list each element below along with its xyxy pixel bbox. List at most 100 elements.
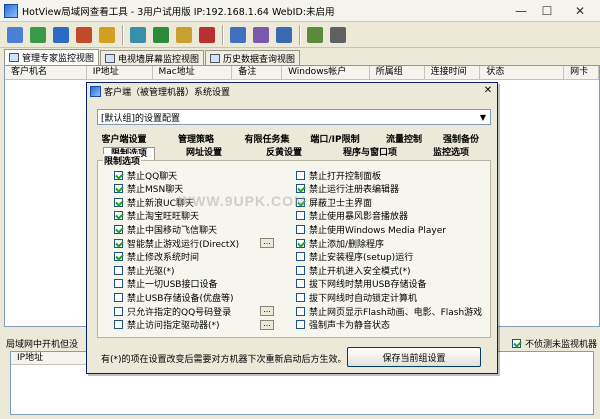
checkbox-box[interactable] <box>114 238 123 248</box>
maximize-button[interactable]: ☐ <box>534 1 560 21</box>
option-checkbox[interactable]: 禁止QQ聊天 <box>114 169 177 182</box>
option-checkbox[interactable]: 禁止使用暴风影音播放器 <box>296 210 408 222</box>
grid-column-header[interactable]: 连接时间 <box>425 66 481 80</box>
minimize-button[interactable]: — <box>508 1 534 21</box>
close-button[interactable]: ✕ <box>560 1 600 21</box>
checkbox-box[interactable] <box>296 252 305 262</box>
grid-column-header[interactable]: Mac地址 <box>153 66 233 80</box>
checkbox-box[interactable] <box>114 279 123 289</box>
checkbox-box[interactable] <box>114 265 123 275</box>
no-detect-unmonitored-checkbox[interactable]: 不侦测未监视机器 <box>512 336 597 350</box>
checkbox-box[interactable] <box>296 224 305 234</box>
checkbox-box[interactable] <box>114 224 123 234</box>
option-more-button[interactable]: ... <box>260 319 274 330</box>
option-checkbox[interactable]: 禁止USB存储设备(优盘等) <box>114 291 234 304</box>
checkbox-box[interactable] <box>114 211 123 221</box>
checkbox-box[interactable] <box>296 320 305 330</box>
dialog-tab[interactable]: 管理策略 <box>171 134 221 147</box>
grid-column-header[interactable]: 客户机名 <box>5 66 87 80</box>
option-checkbox[interactable]: 屏蔽卫士主界面 <box>296 196 372 209</box>
option-checkbox[interactable]: 只允许指定的QQ号码登录 <box>114 305 232 318</box>
checkbox-box[interactable] <box>114 184 123 194</box>
option-more-button[interactable]: ... <box>260 306 274 316</box>
checkbox-box[interactable] <box>114 252 123 262</box>
grid-column-header[interactable]: 备注 <box>232 66 283 80</box>
checkbox-box[interactable] <box>296 184 305 194</box>
grid-column-header[interactable]: IP地址 <box>87 66 153 80</box>
checkbox-box[interactable] <box>296 170 305 180</box>
option-checkbox[interactable]: 禁止打开控制面板 <box>296 169 381 182</box>
toolbar-button-6[interactable] <box>127 24 149 46</box>
toolbar-button-12[interactable] <box>273 24 295 46</box>
toolbar-button-2[interactable] <box>27 24 49 46</box>
toolbar-button-3[interactable] <box>50 24 72 46</box>
checkbox-box[interactable] <box>296 279 305 289</box>
checkbox-box[interactable] <box>296 238 305 248</box>
toolbar-button-13[interactable] <box>304 24 326 46</box>
option-more-button[interactable]: ... <box>260 238 274 248</box>
option-checkbox[interactable]: 禁止添加/删除程序 <box>296 237 384 250</box>
grid-column-header[interactable]: Windows帐户 <box>282 66 370 80</box>
checkbox-box[interactable] <box>512 338 521 348</box>
checkbox-box[interactable] <box>296 292 305 302</box>
option-checkbox[interactable]: 禁止运行注册表编辑器 <box>296 183 399 195</box>
tab-history[interactable]: 历史数据查询视图 <box>205 50 301 65</box>
checkbox-box[interactable] <box>114 306 123 316</box>
tab-tv-wall[interactable]: 电视墙屏幕监控视图 <box>100 50 205 65</box>
toolbar-button-9[interactable] <box>196 24 218 46</box>
checkbox-box[interactable] <box>296 306 305 316</box>
option-checkbox[interactable]: 禁止使用Windows Media Player <box>296 223 446 236</box>
toolbar-button-10[interactable] <box>227 24 249 46</box>
checkbox-box[interactable] <box>114 320 123 330</box>
grid-column-header[interactable]: 所属组 <box>370 66 425 80</box>
dialog-tab[interactable]: 监控选项 <box>427 147 475 160</box>
option-checkbox[interactable]: 禁止访问指定驱动器(*) <box>114 319 220 331</box>
config-group-select[interactable]: [默认组]的设置配置 ▼ <box>97 109 491 125</box>
dialog-app-icon <box>90 85 101 97</box>
option-checkbox[interactable]: 智能禁止游戏运行(DirectX) <box>114 237 239 250</box>
dialog-tab[interactable]: 程序与窗口项 <box>339 147 401 160</box>
dialog-tab[interactable]: 强制备份 <box>435 134 487 147</box>
toolbar-button-4[interactable] <box>73 24 95 46</box>
option-checkbox[interactable]: 拔下网线时禁用USB存储设备 <box>296 278 426 290</box>
dialog-tab[interactable]: 客户端设置 <box>97 134 151 147</box>
option-checkbox[interactable]: 禁止MSN聊天 <box>114 183 183 195</box>
grid-column-header[interactable]: 状态 <box>480 66 565 80</box>
dialog-tab[interactable]: 流量控制 <box>381 134 427 147</box>
dialog-title: 客户端（被管理机器）系统设置 <box>104 87 231 98</box>
option-checkbox[interactable]: 拔下网线时自动锁定计算机 <box>296 291 417 304</box>
checkbox-box[interactable] <box>114 292 123 302</box>
dialog-tab[interactable]: 反黄设置 <box>257 147 311 160</box>
checkbox-box[interactable] <box>114 197 123 207</box>
dialog-tab[interactable]: 有限任务集 <box>235 134 299 147</box>
option-label: 禁止安装程序(setup)运行 <box>309 253 414 264</box>
option-checkbox[interactable]: 禁止开机进入安全模式(*) <box>296 264 411 277</box>
option-checkbox[interactable]: 禁止安装程序(setup)运行 <box>296 251 413 263</box>
chevron-down-icon[interactable]: ▼ <box>476 110 490 124</box>
option-checkbox[interactable]: 禁止网页显示Flash动画、电影、Flash游戏 <box>296 305 482 318</box>
toolbar-button-11[interactable] <box>250 24 272 46</box>
option-checkbox[interactable]: 禁止修改系统时间 <box>114 251 199 263</box>
grid-column-header[interactable]: 网卡 <box>564 66 599 80</box>
dialog-tab[interactable]: 端口/IP限制 <box>305 134 365 147</box>
option-label: 只允许指定的QQ号码登录 <box>127 307 232 318</box>
checkbox-box[interactable] <box>296 211 305 221</box>
tab-label: 电视墙屏幕监控视图 <box>118 54 200 65</box>
tab-expert-monitor[interactable]: 管理专家监控视图 <box>4 49 100 65</box>
dialog-tab[interactable]: 网址设置 <box>179 147 229 160</box>
option-checkbox[interactable]: 禁止中国移动飞信聊天 <box>114 223 217 236</box>
save-group-settings-button[interactable]: 保存当前组设置 <box>347 347 481 367</box>
checkbox-box[interactable] <box>296 265 305 275</box>
toolbar-button-14[interactable] <box>327 24 349 46</box>
toolbar-button-5[interactable] <box>96 24 118 46</box>
option-checkbox[interactable]: 禁止一切USB接口设备 <box>114 278 217 290</box>
dialog-close-icon[interactable]: ✕ <box>482 85 494 97</box>
option-checkbox[interactable]: 强制声卡为静音状态 <box>296 319 390 331</box>
toolbar-button-8[interactable] <box>173 24 195 46</box>
toolbar-button-1[interactable] <box>4 24 26 46</box>
option-checkbox[interactable]: 禁止淘宝旺旺聊天 <box>114 210 199 222</box>
toolbar-button-7[interactable] <box>150 24 172 46</box>
option-checkbox[interactable]: 禁止光驱(*) <box>114 264 175 277</box>
checkbox-box[interactable] <box>114 170 123 180</box>
option-label: 禁止修改系统时间 <box>127 253 200 264</box>
